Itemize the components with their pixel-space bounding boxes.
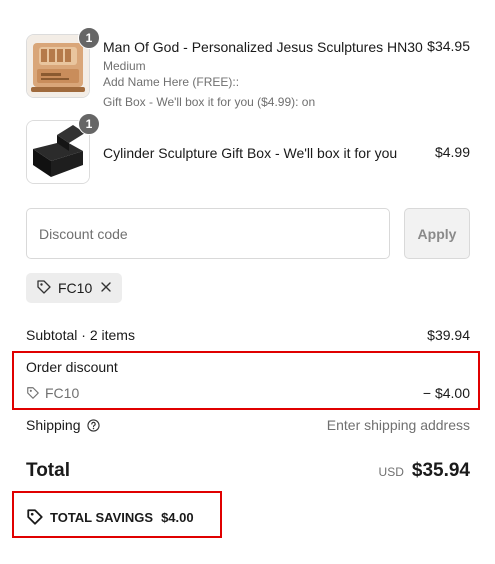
discount-code-input[interactable] [26,208,390,259]
item-title: Cylinder Sculpture Gift Box - We'll box … [103,145,398,161]
total-savings: TOTAL SAVINGS $4.00 [26,508,194,526]
shipping-label-wrap: Shipping [26,417,100,433]
product-thumbnail: 1 [26,27,100,98]
item-option: Gift Box - We'll box it for you ($4.99):… [103,95,316,109]
subtotal-value: $39.94 [427,327,470,343]
item-option: Add Name Here (FREE):: [103,75,240,89]
quantity-badge: 1 [78,113,100,135]
item-title: Man Of God - Personalized Jesus Sculptur… [103,39,423,55]
savings-tag-icon [26,508,44,526]
shipping-label: Shipping [26,417,81,433]
subtotal-label: Subtotal · 2 items [26,327,135,343]
order-discount-value: − $4.00 [422,385,470,401]
total-label: Total [26,460,70,481]
help-icon[interactable] [86,418,100,432]
remove-discount-icon[interactable] [100,280,112,296]
shipping-row: Shipping Enter shipping address [26,417,470,433]
order-discount-label: Order discount [26,359,118,375]
applied-discount-code: FC10 [58,280,93,296]
total-currency: USD [378,465,404,479]
apply-button[interactable]: Apply [404,208,470,259]
total-amount: $35.94 [411,460,470,481]
order-discount-detail-row: FC10 − $4.00 [26,385,470,401]
total-row: Total USD $35.94 [26,460,470,482]
order-discount-code-wrap: FC10 [26,385,79,401]
order-discount-code: FC10 [45,385,80,401]
tag-icon [26,386,40,400]
savings-value: $4.00 [161,509,194,525]
item-price: $4.99 [434,144,470,160]
line-item: 1 Man Of God - Personalized Jesus Sculpt… [26,27,470,110]
line-item: 1 Cylinder Sculpture Gift Box - We'll bo… [26,113,470,184]
order-discount-row: Order discount [26,359,470,375]
item-variant: Medium [103,59,146,73]
product-thumbnail: 1 [26,113,100,184]
item-info: Cylinder Sculpture Gift Box - We'll box … [103,120,470,184]
total-value-wrap: USD $35.94 [379,460,470,482]
subtotal-row: Subtotal · 2 items $39.94 [26,327,470,343]
tag-icon [36,279,52,298]
item-price: $34.95 [427,38,470,54]
item-info: Man Of God - Personalized Jesus Sculptur… [103,34,470,110]
discount-code-row: Apply [26,208,470,259]
applied-discount-chip: FC10 [26,273,123,303]
shipping-value: Enter shipping address [326,417,470,433]
savings-label: TOTAL SAVINGS [50,509,154,525]
quantity-badge: 1 [78,27,100,49]
